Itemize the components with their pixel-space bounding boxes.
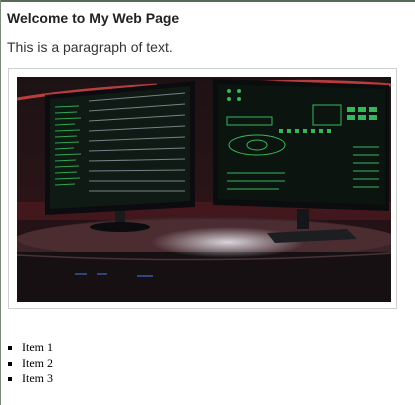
list-item: Item 1 <box>7 340 53 356</box>
monitors-photo <box>17 77 391 302</box>
page-heading: Welcome to My Web Page <box>7 10 180 26</box>
intro-paragraph: This is a paragraph of text. <box>7 39 173 55</box>
bullet-list: Item 1 Item 2 Item 3 <box>7 340 53 387</box>
window-left-border <box>0 0 1 405</box>
list-item: Item 3 <box>7 371 53 387</box>
list-item: Item 2 <box>7 356 53 372</box>
image-frame <box>8 68 397 309</box>
window-top-border <box>0 0 415 2</box>
